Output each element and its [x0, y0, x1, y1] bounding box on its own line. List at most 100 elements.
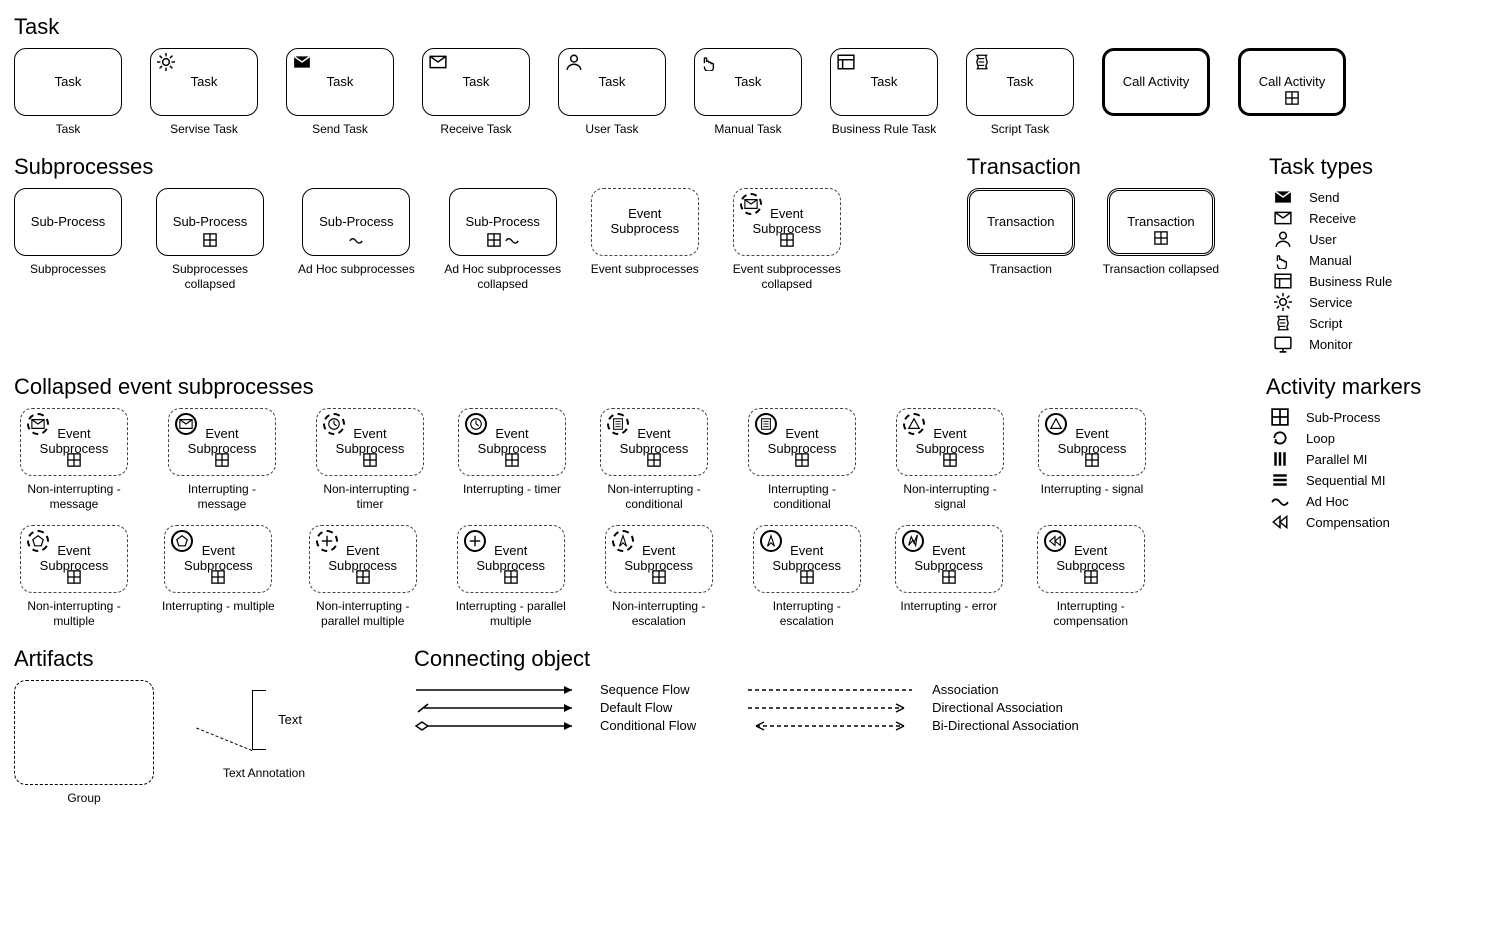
default-flow: Default Flow [414, 700, 696, 716]
script-icon [1269, 314, 1297, 332]
parallel-multiple-event-icon [316, 530, 338, 552]
escalation-event-icon [612, 530, 634, 552]
manual-icon [701, 53, 719, 75]
sub-process-marker-icon [1085, 453, 1099, 471]
collapsed-event-subprocess-shape: Event Subprocess [20, 525, 128, 593]
collapsed-event-subprocess-shape: Event Subprocess [168, 408, 276, 476]
adhoc-marker-icon [505, 233, 519, 251]
collapsed-caption: Non-interrupting - parallel multiple [303, 599, 423, 628]
collapsed-caption: Interrupting - compensation [1031, 599, 1151, 628]
collapsed-event-subprocess-shape: Event Subprocess [1037, 525, 1145, 593]
user-icon [1269, 230, 1297, 248]
collapsed-event-subprocess-shape: Event Subprocess [316, 408, 424, 476]
message-event-icon [740, 193, 762, 215]
bracket-icon [252, 690, 266, 750]
section-task-title: Task [14, 14, 1486, 40]
collapsed-event-subprocess-shape: Event Subprocess [309, 525, 417, 593]
message-event-icon [27, 413, 49, 435]
subprocess-collapsed-shape: Sub-Process [156, 188, 264, 256]
legend-service: Service [1269, 293, 1392, 311]
sub-process-marker-icon [356, 570, 370, 588]
collapsed-event-subprocess-shape: Event Subprocess [600, 408, 708, 476]
compensation-marker-icon [1266, 513, 1294, 531]
subprocess-shape: Sub-Process [14, 188, 122, 256]
task-shape: Task [14, 48, 122, 116]
collapsed-caption: Interrupting - multiple [162, 599, 275, 613]
sub-process-marker-icon [942, 570, 956, 588]
adhoc-subprocess-collapsed-shape: Sub-Process [449, 188, 557, 256]
sub-process-marker-icon [1285, 91, 1299, 109]
section-task-types-title: Task types [1269, 154, 1392, 180]
legend-manual: Manual [1269, 251, 1392, 269]
section-connecting-title: Connecting object [414, 646, 1079, 672]
legend-comp-marker: Compensation [1266, 513, 1486, 531]
sub-process-marker-icon [780, 233, 794, 251]
collapsed-event-subprocess-shape: Event Subprocess [605, 525, 713, 593]
adhoc-marker-icon [349, 233, 363, 251]
collapsed-event-subprocess-shape: Event Subprocess [458, 408, 566, 476]
legend-seqmi-marker: Sequential MI [1266, 471, 1486, 489]
sub-process-marker-icon [652, 570, 666, 588]
gear-icon [157, 53, 175, 75]
legend-parmi-marker: Parallel MI [1266, 450, 1486, 468]
collapsed-caption: Non-interrupting - multiple [14, 599, 134, 628]
task-caption: Task [56, 122, 81, 136]
collapsed-event-subprocess-shape: Event Subprocess [895, 525, 1003, 593]
collapsed-caption: Interrupting - signal [1041, 482, 1144, 496]
bidirectional-association: Bi-Directional Association [746, 718, 1079, 734]
collapsed-caption: Interrupting - timer [463, 482, 561, 496]
collapsed-caption: Interrupting - message [162, 482, 282, 511]
collapsed-caption: Non-interrupting - message [14, 482, 134, 511]
script-icon [973, 53, 991, 75]
send-icon [293, 53, 311, 75]
collapsed-event-subprocess-shape: Event Subprocess [748, 408, 856, 476]
timer-event-icon [465, 413, 487, 435]
group-caption: Group [67, 791, 100, 805]
collapsed-caption: Non-interrupting - escalation [599, 599, 719, 628]
service-task-shape: Task [150, 48, 258, 116]
script-task-shape: Task [966, 48, 1074, 116]
sub-process-marker-icon [504, 570, 518, 588]
receive-task-shape: Task [422, 48, 530, 116]
message-event-icon [175, 413, 197, 435]
sub-process-marker-icon [203, 233, 217, 251]
section-artifacts-title: Artifacts [14, 646, 334, 672]
parallel-mi-marker-icon [1266, 450, 1294, 468]
manual-icon [1269, 251, 1297, 269]
group-shape [14, 680, 154, 785]
compensation-event-icon [1044, 530, 1066, 552]
collapsed-event-subprocess-shape: Event Subprocess [1038, 408, 1146, 476]
gear-icon [1269, 293, 1297, 311]
collapsed-caption: Interrupting - escalation [747, 599, 867, 628]
sequence-flow: Sequence Flow [414, 682, 696, 698]
user-task-shape: Task [558, 48, 666, 116]
event-subprocess-shape: Event Subprocess [591, 188, 699, 256]
receive-icon [1269, 209, 1297, 227]
text-annotation-shape: Text [194, 680, 334, 760]
conditional-event-icon [607, 413, 629, 435]
brule-task-shape: Task [830, 48, 938, 116]
legend-adhoc-marker: Ad Hoc [1266, 492, 1486, 510]
collapsed-event-subprocess-shape: Event Subprocess [457, 525, 565, 593]
sub-process-marker-icon [67, 453, 81, 471]
user-icon [565, 53, 583, 75]
legend-script: Script [1269, 314, 1392, 332]
legend-brule: Business Rule [1269, 272, 1392, 290]
section-transaction-title: Transaction [967, 154, 1219, 180]
legend-send: Send [1269, 188, 1392, 206]
multiple-event-icon [27, 530, 49, 552]
event-subprocess-collapsed-shape: Event Subprocess [733, 188, 841, 256]
sub-process-marker-icon [215, 453, 229, 471]
collapsed-caption: Non-interrupting - signal [890, 482, 1010, 511]
loop-marker-icon [1266, 429, 1294, 447]
timer-event-icon [323, 413, 345, 435]
sub-process-marker-icon [67, 570, 81, 588]
sub-process-marker-icon [943, 453, 957, 471]
association-lead-line [196, 728, 252, 751]
adhoc-subprocess-shape: Sub-Process [302, 188, 410, 256]
legend-monitor: Monitor [1269, 335, 1392, 353]
text-annotation-caption: Text Annotation [223, 766, 305, 780]
manual-task-shape: Task [694, 48, 802, 116]
send-icon [1269, 188, 1297, 206]
sequential-mi-marker-icon [1266, 471, 1294, 489]
